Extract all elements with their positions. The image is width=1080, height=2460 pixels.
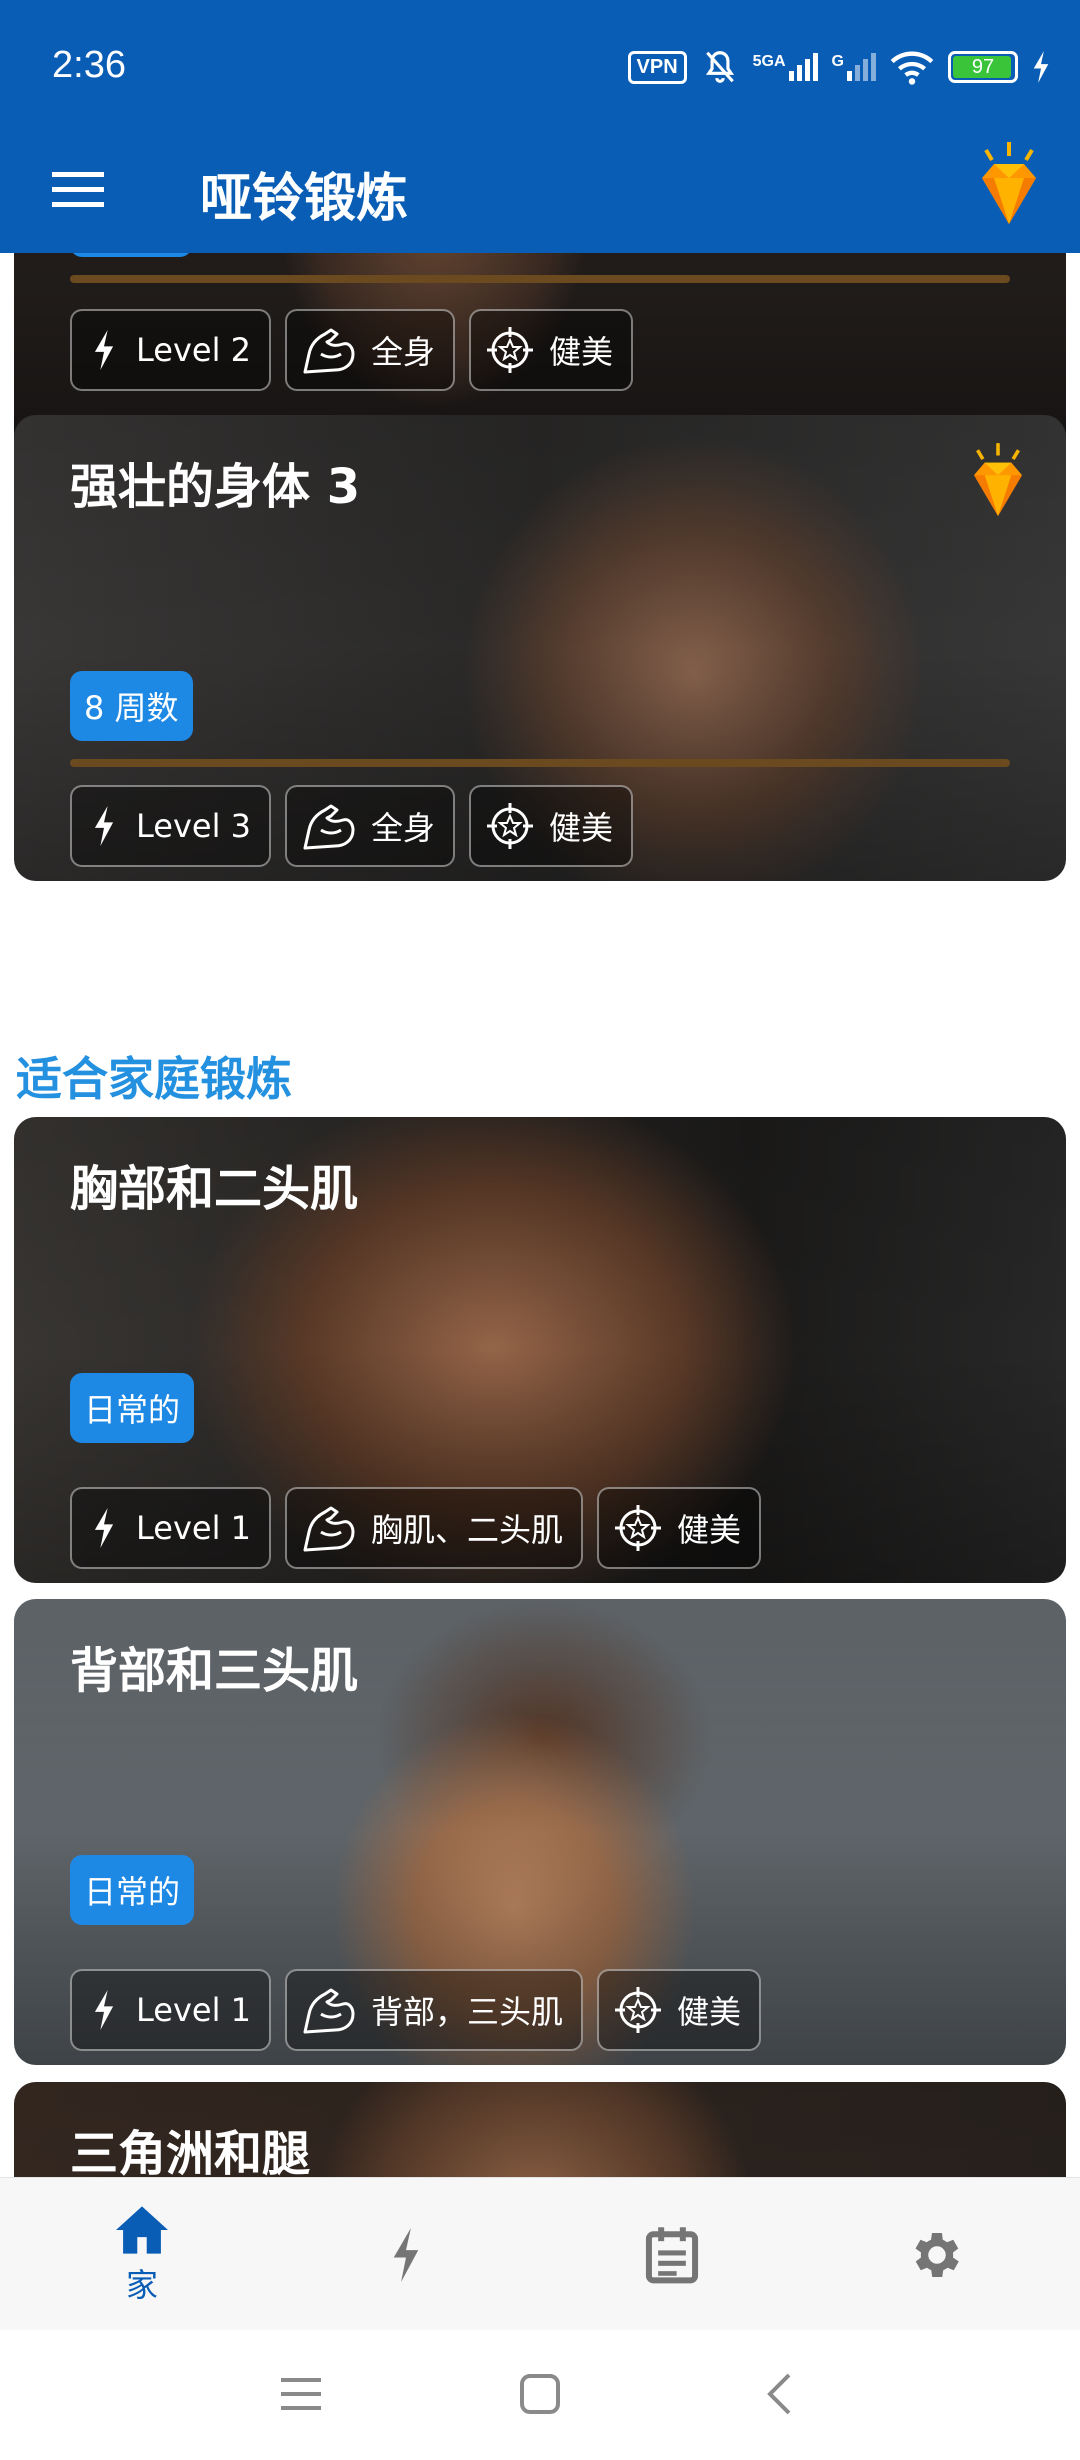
lightning-icon — [393, 2227, 419, 2282]
app-screen: 2:36 VPN 5GA G 97 哑铃锻炼 Level 2 全身 健美 强壮的… — [0, 0, 1080, 2460]
card-chips: Level 1 背部，三头肌 健美 — [70, 1969, 762, 2051]
wifi-icon — [890, 51, 934, 85]
muscle-chip: 全身 — [285, 309, 456, 391]
muscle-chip: 全身 — [285, 785, 456, 867]
mute-bell-icon — [705, 51, 734, 83]
premium-button[interactable] — [964, 138, 1054, 238]
progress-line — [70, 759, 1010, 767]
system-nav-bar — [0, 2330, 1080, 2460]
recent-apps-icon — [281, 2378, 321, 2410]
premium-diamond-icon — [974, 443, 1022, 516]
bicep-icon — [303, 1506, 355, 1552]
status-time: 2:36 — [52, 44, 126, 86]
muscle-chip: 背部，三头肌 — [285, 1969, 584, 2051]
card-badge-partial — [70, 253, 192, 257]
duration-badge: 8 周数 — [70, 671, 193, 741]
battery-icon: 97 — [948, 51, 1018, 83]
status-icons: VPN 5GA G 97 — [627, 48, 1050, 86]
card-chips: Level 3 全身 健美 — [70, 785, 634, 867]
level-label: Level 2 — [136, 331, 251, 369]
bicep-icon — [303, 1988, 355, 2034]
target-icon — [487, 327, 534, 373]
menu-button[interactable] — [48, 160, 108, 220]
goal-label: 健美 — [677, 1511, 742, 1549]
bicep-icon — [303, 804, 355, 850]
network2-label: G — [831, 53, 844, 70]
card-title: 强壮的身体 3 — [70, 459, 361, 515]
level-chip: Level 3 — [70, 785, 271, 867]
goal-label: 健美 — [677, 1993, 742, 2031]
nav-home[interactable]: 家 — [7, 2178, 277, 2331]
progress-line — [70, 275, 1010, 283]
bicep-icon — [303, 328, 355, 374]
recent-apps-button[interactable] — [266, 2364, 336, 2424]
card-title: 背部和三头肌 — [70, 1643, 359, 1699]
goal-chip: 健美 — [597, 1487, 762, 1569]
target-icon — [615, 1505, 662, 1551]
card-chips: Level 1 胸肌、二头肌 健美 — [70, 1487, 762, 1569]
workout-card[interactable]: 三角洲和腿 — [14, 2082, 1066, 2177]
nav-calendar[interactable] — [537, 2178, 807, 2331]
card-chips: Level 2 全身 健美 — [70, 309, 634, 391]
muscle-label: 背部，三头肌 — [371, 1993, 564, 2031]
home-system-button[interactable] — [505, 2364, 575, 2424]
home-icon — [116, 2205, 168, 2254]
level-label: Level 3 — [136, 807, 251, 845]
level-chip: Level 2 — [70, 309, 271, 391]
workout-card[interactable]: 强壮的身体 3 8 周数 Level 3 全身 健美 — [14, 415, 1066, 881]
lightning-icon — [94, 806, 114, 846]
back-chevron-icon — [767, 2373, 791, 2415]
frequency-badge: 日常的 — [70, 1855, 195, 1925]
signal-5g-icon: 5GA — [753, 53, 818, 81]
signal-g-icon: G — [832, 53, 876, 81]
bottom-nav: 家 — [0, 2177, 1080, 2330]
workout-card[interactable]: 胸部和二头肌 日常的 Level 1 胸肌、二头肌 健美 — [14, 1117, 1066, 1583]
header: 2:36 VPN 5GA G 97 哑铃锻炼 — [0, 0, 1080, 253]
goal-chip: 健美 — [469, 309, 634, 391]
toolbar: 哑铃锻炼 — [0, 130, 1080, 253]
target-icon — [487, 803, 534, 849]
square-home-icon — [520, 2374, 560, 2414]
menu-icon — [52, 172, 104, 207]
level-chip: Level 1 — [70, 1969, 271, 2051]
goal-label: 健美 — [549, 809, 614, 847]
muscle-label: 胸肌、二头肌 — [371, 1511, 564, 1549]
vpn-badge: VPN — [627, 50, 687, 84]
nav-workouts[interactable] — [271, 2178, 541, 2331]
muscle-label: 全身 — [371, 333, 436, 371]
lightning-icon — [94, 1508, 114, 1548]
muscle-chip: 胸肌、二头肌 — [285, 1487, 584, 1569]
back-button[interactable] — [744, 2364, 814, 2424]
gear-icon — [915, 2232, 959, 2277]
lightning-icon — [94, 330, 114, 370]
muscle-label: 全身 — [371, 809, 436, 847]
frequency-badge: 日常的 — [70, 1373, 195, 1443]
level-label: Level 1 — [136, 1509, 251, 1547]
charging-icon — [1033, 51, 1049, 83]
workout-card[interactable]: 背部和三头肌 日常的 Level 1 背部，三头肌 健美 — [14, 1599, 1066, 2065]
nav-home-label: 家 — [125, 2265, 158, 2304]
level-chip: Level 1 — [70, 1487, 271, 1569]
network-label: 5GA — [752, 53, 786, 70]
battery-level: 97 — [971, 56, 995, 78]
goal-label: 健美 — [549, 333, 614, 371]
target-icon — [615, 1987, 662, 2033]
section-title: 适合家庭锻炼 — [16, 1052, 292, 1106]
goal-chip: 健美 — [597, 1969, 762, 2051]
nav-settings[interactable] — [802, 2178, 1072, 2331]
card-title: 胸部和二头肌 — [70, 1161, 359, 1217]
premium-diamond-icon — [982, 142, 1036, 224]
page-title: 哑铃锻炼 — [200, 169, 409, 229]
calendar-icon — [645, 2226, 699, 2283]
content-list[interactable]: Level 2 全身 健美 强壮的身体 3 8 周数 Level 3 全身 健美… — [0, 253, 1080, 2177]
level-label: Level 1 — [136, 1991, 251, 2029]
goal-chip: 健美 — [469, 785, 634, 867]
lightning-icon — [94, 1990, 114, 2030]
card-title: 三角洲和腿 — [70, 2126, 311, 2177]
status-bar: 2:36 VPN 5GA G 97 — [0, 0, 1080, 130]
